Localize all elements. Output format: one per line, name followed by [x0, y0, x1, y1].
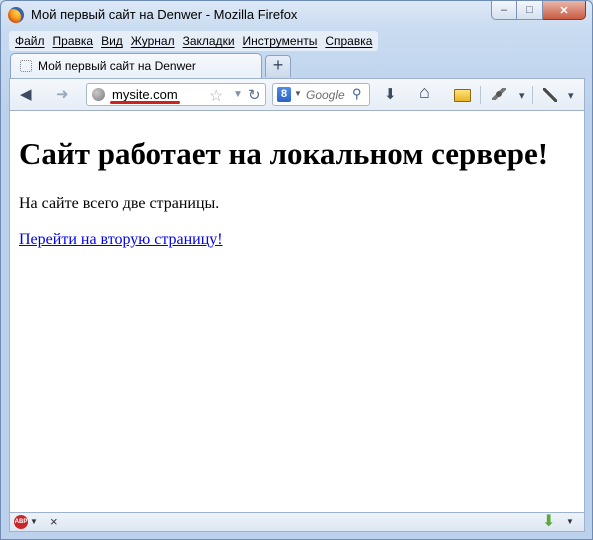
adblock-dropdown-icon[interactable]: ▼ [30, 517, 38, 526]
toolbar-separator [532, 86, 533, 104]
search-input[interactable]: Google [306, 88, 345, 102]
download-icon[interactable]: ⬇ [384, 87, 397, 102]
title-bar: Мой первый сайт на Denwer - Mozilla Fire… [1, 1, 592, 29]
adblock-icon[interactable]: ABP [14, 515, 28, 529]
download-dropdown-icon[interactable]: ▼ [566, 517, 574, 526]
browser-window: Мой первый сайт на Denwer - Mozilla Fire… [0, 0, 593, 540]
search-engine-dropdown-icon[interactable]: ▼ [294, 89, 302, 98]
minimize-button[interactable]: – [491, 1, 517, 20]
status-bar: ABP ▼ × ⬇ ▼ [9, 512, 585, 532]
menu-bookmarks[interactable]: Закладки [179, 34, 239, 48]
window-title: Мой первый сайт на Denwer - Mozilla Fire… [31, 7, 298, 22]
search-engine-icon[interactable]: 8 [277, 87, 291, 102]
page-content: Сайт работает на локальном сервере! На с… [9, 111, 585, 512]
close-button[interactable]: ✕ [543, 1, 586, 20]
toolbar-separator [480, 86, 481, 104]
url-highlight-underline [110, 101, 180, 104]
tab-label: Мой первый сайт на Denwer [38, 59, 196, 73]
maximize-button[interactable]: □ [517, 1, 543, 20]
page-favicon-icon [20, 60, 32, 72]
home-icon[interactable]: ⌂ [419, 83, 430, 101]
forward-arrow-icon[interactable]: ➜ [56, 87, 69, 102]
menu-history[interactable]: Журнал [127, 34, 179, 48]
menu-file[interactable]: Файл [11, 34, 49, 48]
url-history-dropdown-icon[interactable]: ▼ [233, 89, 243, 100]
close-icon[interactable]: × [50, 514, 58, 529]
second-page-link[interactable]: Перейти на вторую страницу! [19, 231, 223, 249]
menu-edit[interactable]: Правка [49, 34, 98, 48]
download-status-icon[interactable]: ⬇ [542, 513, 555, 531]
window-controls: – □ ✕ [491, 1, 586, 21]
navigation-toolbar: ◀ ➜ mysite.com ☆ ▼ ↻ 8 ▼ Google ⚲ ⬇ ⌂ ▾ … [9, 78, 585, 111]
menu-view[interactable]: Вид [97, 34, 127, 48]
globe-icon [92, 88, 105, 101]
extension-icon[interactable] [454, 89, 471, 102]
search-icon[interactable]: ⚲ [352, 86, 362, 102]
page-heading: Сайт работает на локальном сервере! [19, 136, 549, 171]
firefox-logo-icon [8, 7, 24, 23]
menu-tools[interactable]: Инструменты [239, 34, 322, 48]
menu-bar: Файл Правка Вид Журнал Закладки Инструме… [9, 31, 379, 51]
search-bar[interactable]: 8 ▼ Google ⚲ [272, 83, 370, 106]
back-arrow-icon[interactable]: ◀ [20, 87, 32, 102]
dev-tools-icon[interactable] [543, 88, 557, 102]
addon-dropdown-icon[interactable]: ▾ [519, 89, 525, 104]
addon-icon[interactable] [492, 88, 506, 100]
dev-tools-dropdown-icon[interactable]: ▾ [568, 89, 574, 104]
page-paragraph: На сайте всего две страницы. [19, 195, 220, 212]
url-text[interactable]: mysite.com [112, 87, 178, 102]
star-icon[interactable]: ☆ [209, 86, 223, 106]
tab-active[interactable]: Мой первый сайт на Denwer [10, 53, 262, 79]
new-tab-button[interactable]: + [265, 55, 291, 77]
reload-icon[interactable]: ↻ [248, 86, 261, 104]
menu-help[interactable]: Справка [321, 34, 376, 48]
